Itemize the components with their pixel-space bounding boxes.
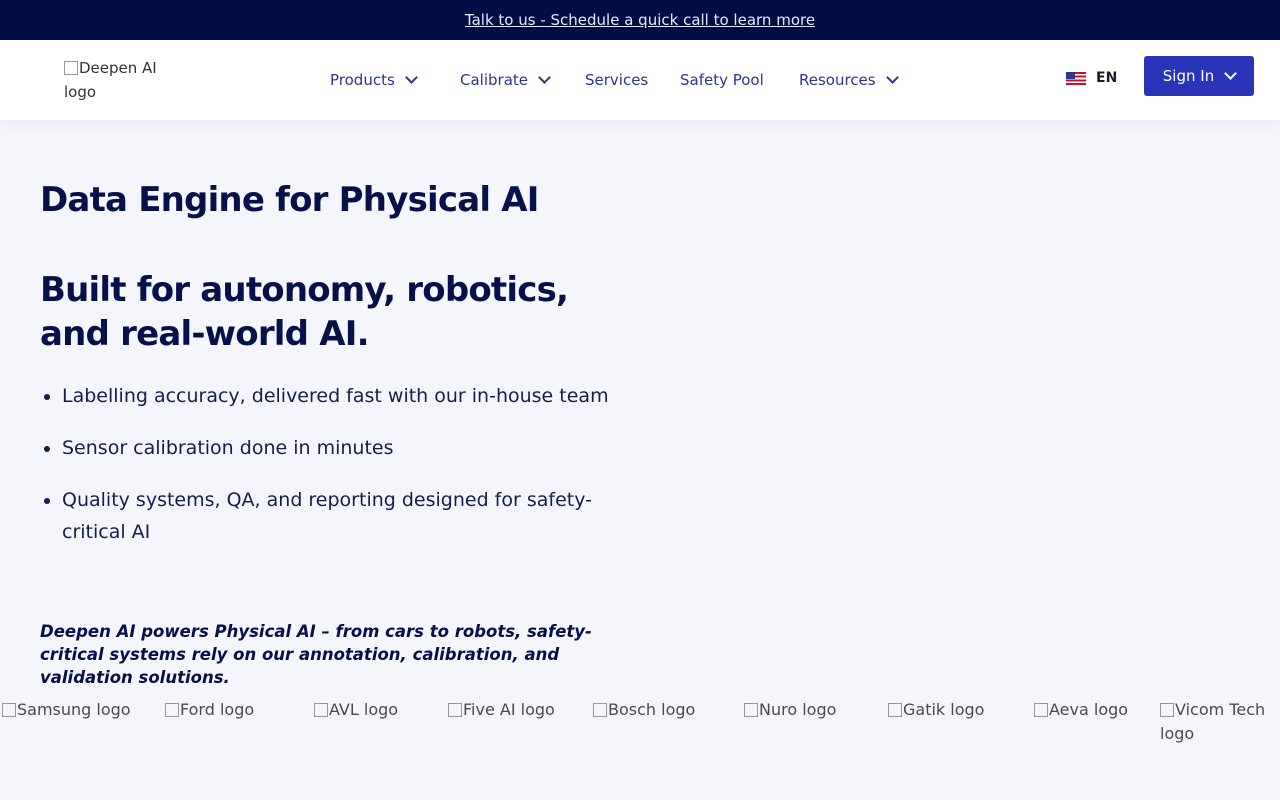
us-flag-icon: [1066, 71, 1086, 85]
client-logo-alt: Bosch logo: [608, 700, 696, 719]
client-logo-ford: Ford logo: [165, 698, 310, 722]
broken-image-icon: [744, 703, 758, 717]
feature-item: Sensor calibration done in minutes: [62, 432, 617, 464]
client-logo-alt: Vicom Tech logo: [1160, 700, 1266, 743]
client-logo-alt: Nuro logo: [759, 700, 837, 719]
hero-tagline: Deepen AI powers Physical AI – from cars…: [40, 622, 592, 687]
chevron-down-icon: [538, 71, 551, 84]
broken-image-icon: [2, 703, 16, 717]
chevron-down-icon: [404, 71, 418, 84]
broken-image-icon: [593, 703, 607, 717]
nav-resources[interactable]: Resources: [799, 68, 899, 92]
nav-services-label: Services: [585, 71, 649, 89]
client-logo-bosch: Bosch logo: [593, 698, 741, 722]
client-logo-nuro: Nuro logo: [744, 698, 884, 722]
announcement-bar: Talk to us - Schedule a quick call to le…: [0, 0, 1280, 40]
client-logo-alt: Five AI logo: [463, 700, 555, 719]
broken-image-icon: [165, 703, 179, 717]
header-nav: Deepen AI logo Products Calibrate Servic…: [0, 40, 1280, 120]
nav-products-label: Products: [330, 71, 395, 89]
schedule-call-link[interactable]: Talk to us - Schedule a quick call to le…: [465, 11, 815, 29]
broken-image-icon: [314, 703, 328, 717]
sign-in-label: Sign In: [1162, 67, 1215, 85]
feature-item: Quality systems, QA, and reporting desig…: [62, 484, 617, 548]
client-logo-alt: Aeva logo: [1049, 700, 1129, 719]
client-logo-vicom-tech: Vicom Tech logo: [1160, 698, 1278, 746]
client-logo-gatik: Gatik logo: [888, 698, 1030, 722]
hero-subtitle: Built for autonomy, robotics, and real-w…: [40, 270, 569, 354]
feature-item: Labelling accuracy, delivered fast with …: [62, 380, 617, 412]
language-label: EN: [1096, 70, 1118, 86]
broken-image-icon: [1034, 703, 1048, 717]
broken-image-icon: [1160, 703, 1174, 717]
deepen-logo[interactable]: Deepen AI logo: [64, 56, 174, 104]
client-logo-alt: AVL logo: [329, 700, 399, 719]
feature-list: Labelling accuracy, delivered fast with …: [62, 380, 617, 568]
nav-calibrate-label: Calibrate: [460, 71, 528, 89]
chevron-down-icon: [1224, 67, 1238, 80]
broken-image-icon: [64, 61, 78, 75]
nav-safety-pool[interactable]: Safety Pool: [680, 68, 764, 92]
client-logo-five-ai: Five AI logo: [448, 698, 590, 722]
nav-services[interactable]: Services: [585, 68, 648, 92]
client-logo-aeva: Aeva logo: [1034, 698, 1156, 722]
language-selector[interactable]: EN: [1066, 70, 1117, 86]
nav-products[interactable]: Products: [330, 68, 418, 92]
nav-resources-label: Resources: [799, 71, 876, 89]
client-logo-alt: Gatik logo: [903, 700, 985, 719]
sign-in-button[interactable]: Sign In: [1144, 56, 1254, 96]
client-logo-samsung: Samsung logo: [2, 698, 162, 722]
hero-title: Data Engine for Physical AI: [40, 180, 539, 220]
client-logo-alt: Samsung logo: [17, 700, 131, 719]
client-logo-avl: AVL logo: [314, 698, 444, 722]
chevron-down-icon: [885, 71, 899, 84]
nav-safety-pool-label: Safety Pool: [680, 71, 764, 89]
nav-calibrate[interactable]: Calibrate: [460, 68, 551, 92]
client-logo-alt: Ford logo: [180, 700, 255, 719]
broken-image-icon: [888, 703, 902, 717]
broken-image-icon: [448, 703, 462, 717]
